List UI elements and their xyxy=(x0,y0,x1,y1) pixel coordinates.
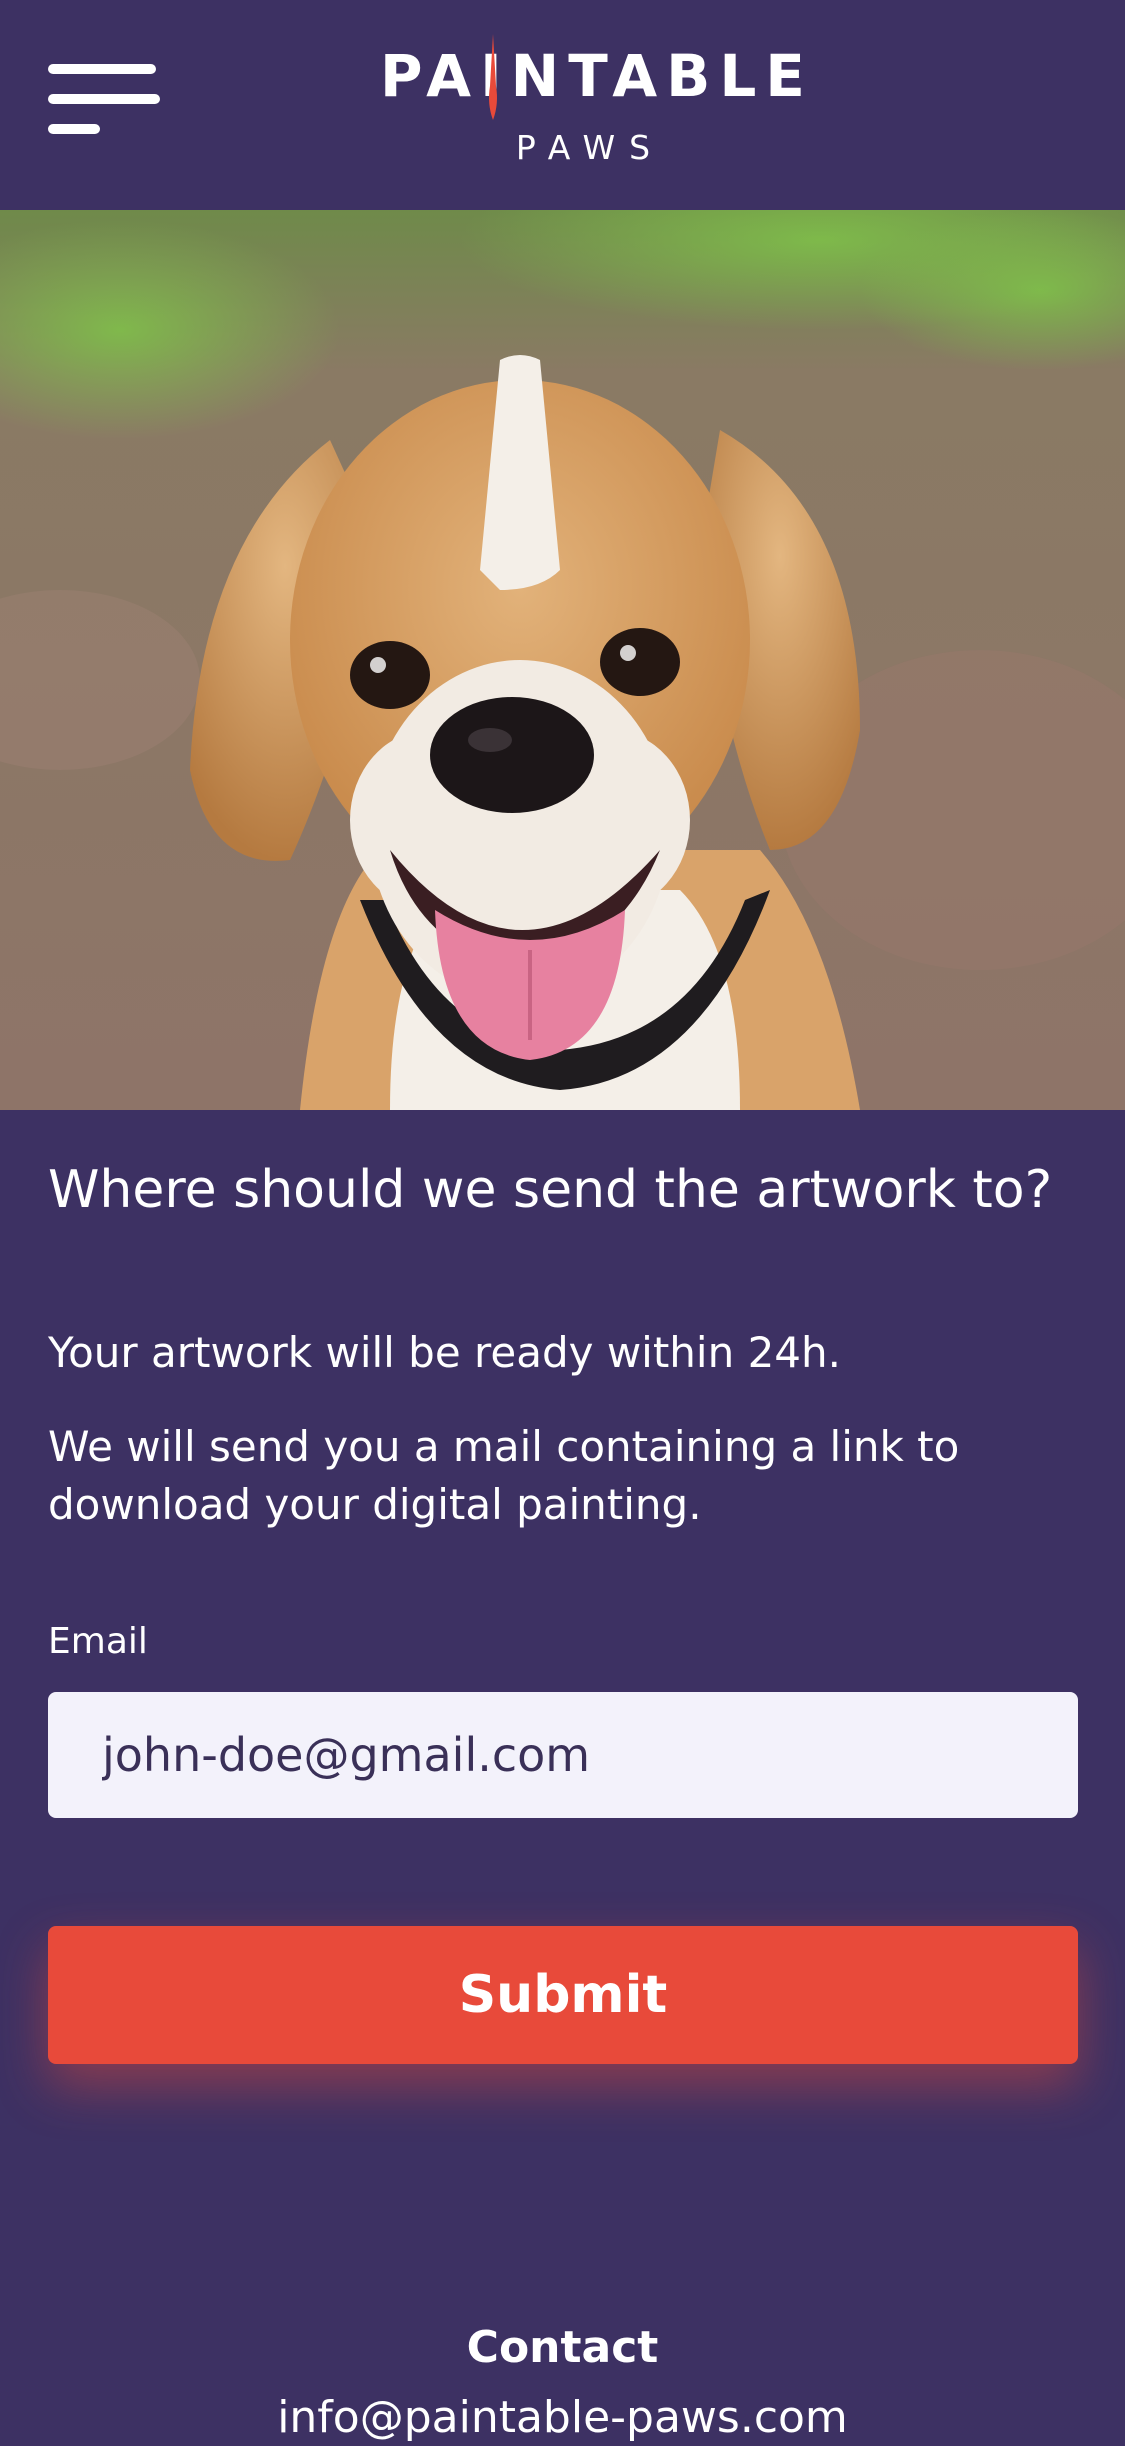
beagle-illustration xyxy=(0,210,1125,1110)
logo-title: PAINTABLE xyxy=(380,42,814,110)
app-header: PAINTABLE PAWS xyxy=(0,0,1125,210)
email-label: Email xyxy=(48,1621,148,1662)
mail-info-text: We will send you a mail containing a lin… xyxy=(48,1422,960,1529)
paintbrush-icon xyxy=(489,34,497,120)
logo-subtitle: PAWS xyxy=(515,128,665,167)
ready-time-text: Your artwork will be ready within 24h. xyxy=(48,1328,841,1377)
contact-title: Contact xyxy=(466,2322,659,2373)
contact-email-link[interactable]: info@paintable-paws.com xyxy=(0,2390,1125,2446)
hamburger-menu-icon[interactable] xyxy=(48,60,160,136)
page-heading: Where should we send the artwork to? xyxy=(48,1160,1053,1220)
hero-dog-photo xyxy=(0,210,1125,1110)
logo[interactable]: PAINTABLE PAWS xyxy=(380,30,814,180)
email-input[interactable] xyxy=(48,1692,1078,1818)
submit-button[interactable]: Submit xyxy=(48,1926,1078,2064)
